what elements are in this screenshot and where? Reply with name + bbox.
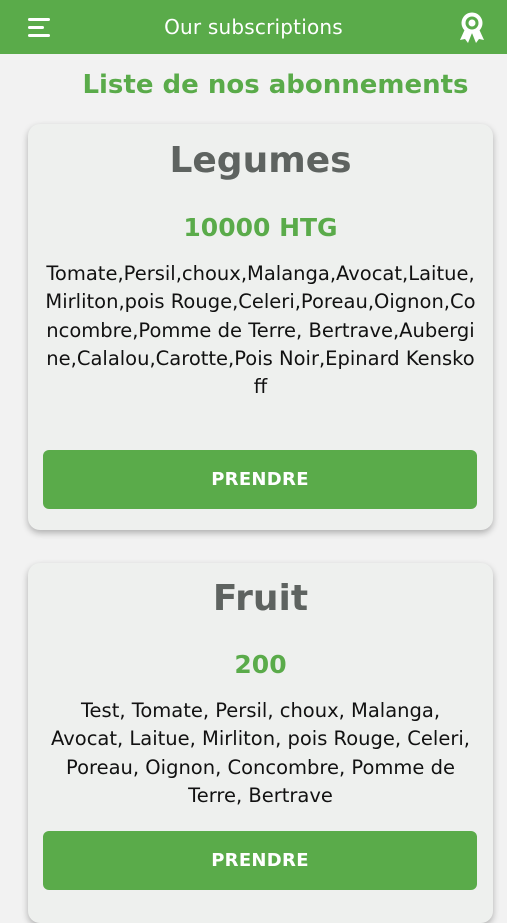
prendre-button[interactable]: PRENDRE [43, 831, 477, 890]
plan-description: Test, Tomate, Persil, choux, Malanga, Av… [51, 699, 470, 807]
plan-price: 10000 HTG [183, 213, 338, 242]
plan-description: Tomate,Persil,choux,Malanga,Avocat,Laitu… [45, 262, 476, 399]
app-bar: Our subscriptions [0, 0, 507, 54]
page-title: Our subscriptions [164, 15, 343, 39]
subscriptions-heading: Liste de nos abonnements [82, 70, 469, 100]
plan-name: Legumes [169, 140, 352, 181]
prendre-button[interactable]: PRENDRE [43, 450, 477, 509]
plan-name: Fruit [212, 578, 309, 619]
plan-price: 200 [234, 650, 287, 679]
hamburger-menu-icon[interactable] [28, 16, 52, 38]
subscription-card-legumes: Legumes 10000 HTG Tomate,Persil,choux,Ma… [28, 124, 493, 530]
award-ribbon-icon[interactable] [456, 10, 488, 44]
subscription-card-fruit: Fruit 200 Test, Tomate, Persil, choux, M… [28, 563, 493, 923]
